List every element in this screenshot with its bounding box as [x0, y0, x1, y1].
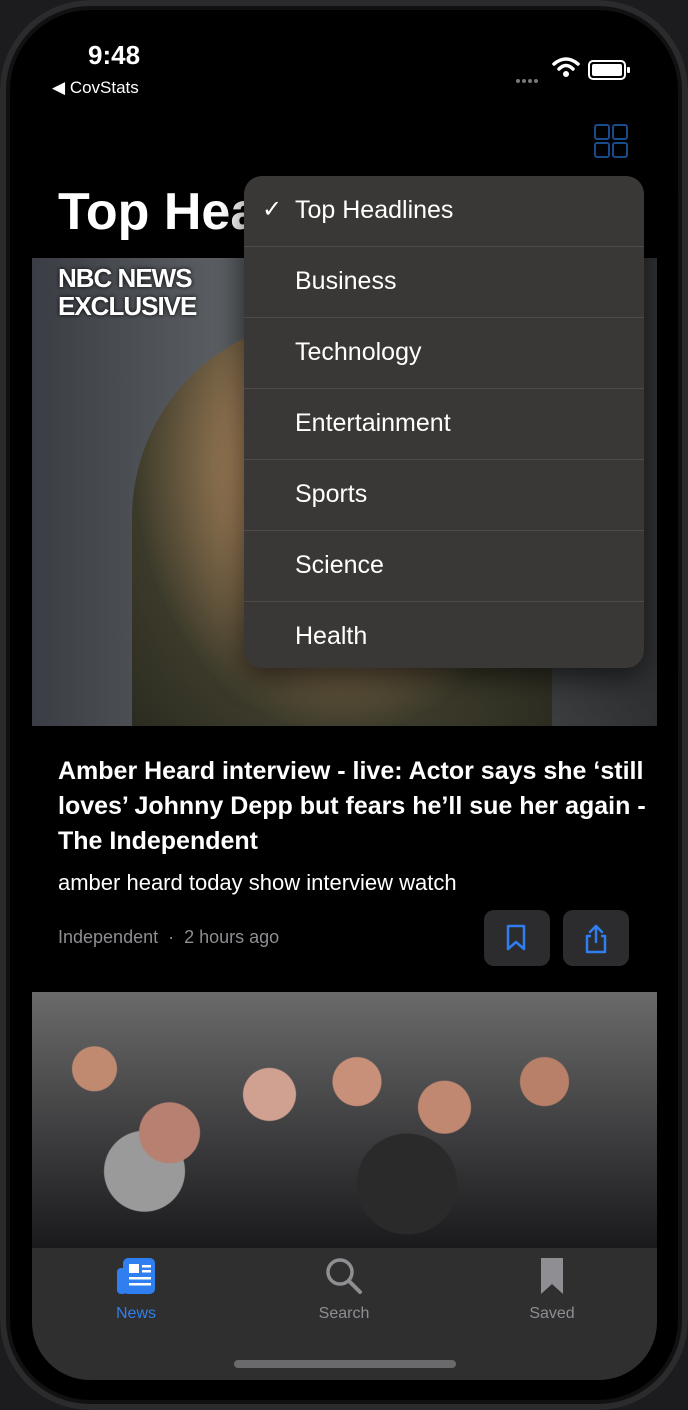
menu-item-label: Sports	[295, 480, 368, 508]
bookmark-button[interactable]	[484, 910, 550, 966]
newspaper-icon	[117, 1258, 155, 1294]
checkmark-icon: ✓	[262, 196, 283, 223]
article-meta: Independent · 2 hours ago	[58, 927, 279, 948]
tab-search-label: Search	[318, 1305, 370, 1322]
tab-news-label: News	[115, 1305, 156, 1322]
page-title: Top Hea	[58, 183, 260, 241]
device-screen: 9:48 ◀︎ CovStats Top Hea NBC NEWS EXCLUS…	[0, 0, 688, 1410]
article-headline[interactable]: Amber Heard interview - live: Actor says…	[58, 754, 648, 859]
back-to-app-link[interactable]: ◀︎ CovStats	[52, 78, 139, 98]
signal-icon	[516, 70, 540, 88]
menu-item-sports[interactable]: Sports	[244, 460, 644, 531]
article-description: amber heard today show interview watch	[58, 870, 457, 895]
bookmark-icon	[506, 924, 526, 951]
share-icon	[585, 924, 607, 954]
menu-item-business[interactable]: Business	[244, 247, 644, 318]
article-source: Independent	[58, 927, 159, 947]
menu-item-top-headlines[interactable]: ✓ Top Headlines	[244, 176, 644, 247]
search-icon	[326, 1258, 362, 1294]
status-time: 9:48	[88, 40, 141, 70]
article-time: 2 hours ago	[184, 927, 280, 947]
tab-search[interactable]: Search	[284, 1256, 404, 1323]
menu-item-label: Business	[295, 267, 397, 295]
tab-saved-label: Saved	[529, 1305, 575, 1322]
logo-line-1: NBC NEWS	[58, 263, 193, 293]
menu-item-entertainment[interactable]: Entertainment	[244, 389, 644, 460]
category-menu: ✓ Top Headlines Business Technology Ente…	[244, 176, 644, 668]
share-button[interactable]	[563, 910, 629, 966]
menu-item-label: Top Headlines	[295, 196, 454, 224]
home-indicator[interactable]	[234, 1360, 456, 1368]
bookmark-icon	[541, 1258, 563, 1294]
tab-news[interactable]: News	[76, 1256, 196, 1323]
menu-item-health[interactable]: Health	[244, 602, 644, 668]
menu-item-science[interactable]: Science	[244, 531, 644, 602]
back-app-label: CovStats	[69, 78, 139, 97]
menu-item-label: Health	[295, 622, 368, 650]
nbc-news-logo: NBC NEWS EXCLUSIVE	[58, 263, 197, 321]
status-bar: 9:48 ◀︎ CovStats	[0, 0, 688, 110]
tab-saved[interactable]: Saved	[492, 1256, 612, 1323]
menu-item-technology[interactable]: Technology	[244, 318, 644, 389]
battery-icon	[588, 60, 630, 80]
second-article-image[interactable]	[32, 992, 657, 1248]
wifi-icon	[552, 56, 580, 83]
meta-separator: ·	[168, 927, 175, 947]
menu-item-label: Science	[295, 551, 384, 579]
logo-line-2: EXCLUSIVE	[58, 291, 197, 321]
menu-item-label: Technology	[295, 338, 422, 366]
back-triangle-icon: ◀︎	[52, 78, 66, 97]
category-grid-button[interactable]	[594, 124, 628, 158]
menu-item-label: Entertainment	[295, 409, 451, 437]
